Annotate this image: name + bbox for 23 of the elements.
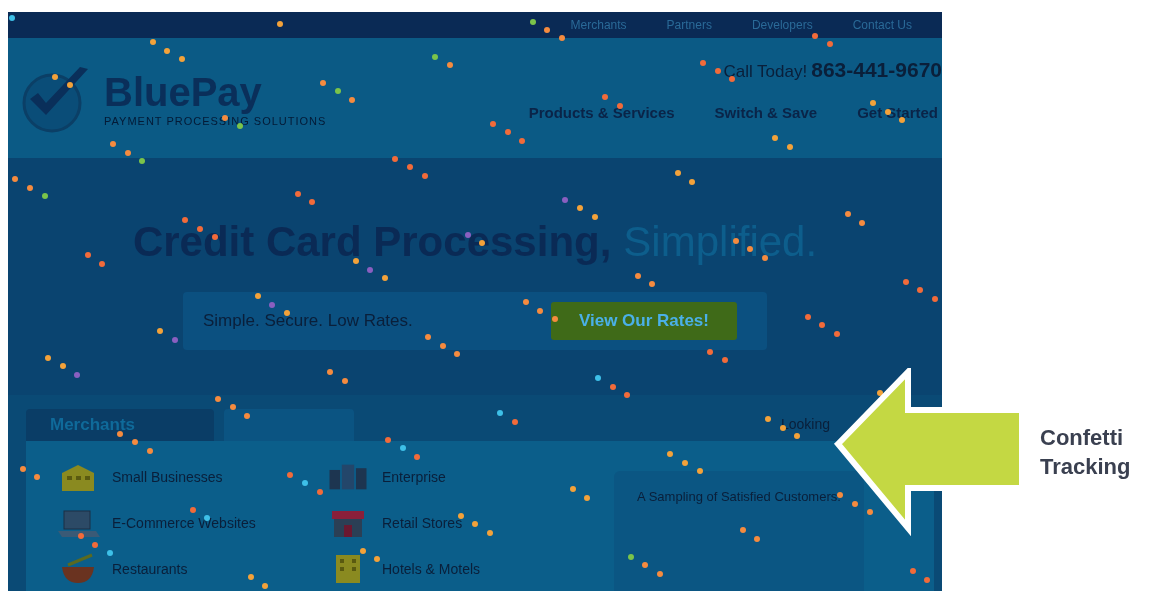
main-nav-link[interactable]: Get Started <box>857 104 938 121</box>
phone-number: 863-441-9670 <box>811 58 942 82</box>
laptop-icon <box>56 507 100 539</box>
view-rates-button[interactable]: View Our Rates! <box>550 302 737 340</box>
looking-text: Looking <box>780 416 830 432</box>
segment-link[interactable]: Enterprise <box>326 461 596 493</box>
segment-link[interactable]: E-Commerce Websites <box>56 507 326 539</box>
annotation-label: Confetti Tracking <box>1040 425 1131 479</box>
segment-link[interactable]: Restaurants <box>56 553 326 585</box>
top-nav-link[interactable]: Developers <box>751 18 813 32</box>
segment-link[interactable]: Hotels & Motels <box>326 553 596 585</box>
promo-tagline: Simple. Secure. Low Rates. <box>203 311 413 331</box>
call-label: Call Today! <box>723 62 808 82</box>
main-nav-link[interactable]: Switch & Save <box>714 104 818 121</box>
top-nav-link[interactable]: Contact Us <box>852 18 912 32</box>
logo-tagline: PAYMENT PROCESSING SOLUTIONS <box>104 114 327 127</box>
segment-link[interactable]: Retail Stores <box>326 507 596 539</box>
segment-link[interactable]: Small Businesses <box>56 461 326 493</box>
customers-title: A Sampling of Satisfied Customers: <box>637 489 841 504</box>
top-nav-link[interactable]: Partners <box>666 18 712 32</box>
top-nav-link[interactable]: Merchants <box>570 18 627 32</box>
tab[interactable] <box>224 409 354 441</box>
main-nav-link[interactable]: Products & Services <box>528 104 675 121</box>
